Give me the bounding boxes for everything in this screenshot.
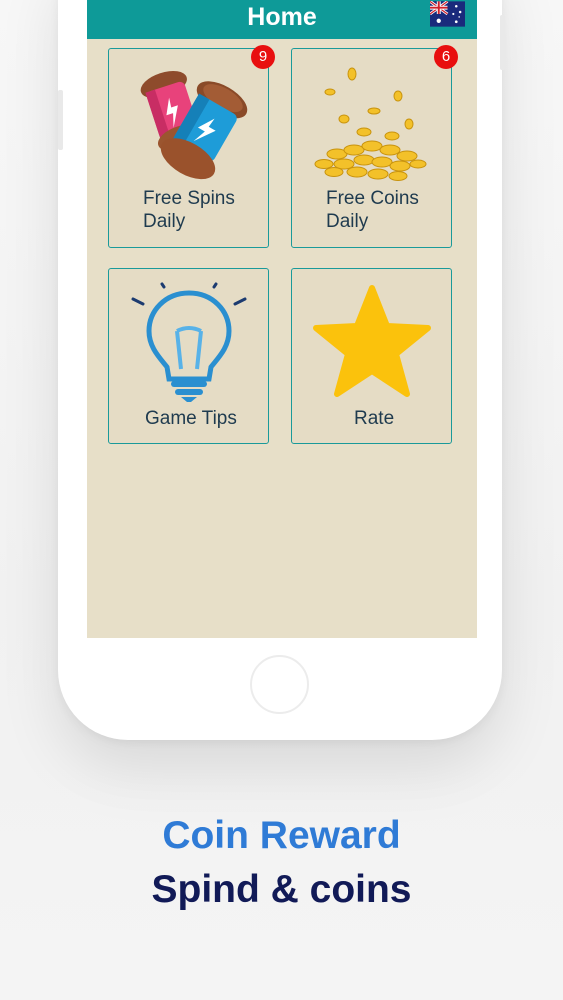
rate-card[interactable]: Rate	[291, 268, 452, 444]
free-coins-label-line2: Daily	[326, 211, 369, 232]
spin-capsules-icon	[140, 71, 248, 180]
phone-home-button[interactable]	[250, 655, 309, 714]
free-coins-badge: 6	[434, 45, 458, 69]
free-coins-daily-card[interactable]: Free Coins Daily	[291, 48, 452, 248]
rate-label: Rate	[354, 408, 395, 429]
free-spins-label-line2: Daily	[143, 211, 186, 232]
page-title: Home	[247, 3, 317, 31]
star-icon	[313, 285, 431, 397]
app-screen: Home Free Spins Daily 9 Free Coins Daily…	[87, 0, 477, 638]
free-spins-label-line1: Free Spins	[143, 188, 235, 209]
gold-coins-icon	[314, 67, 427, 181]
free-spins-badge: 9	[251, 45, 275, 69]
free-coins-label-line1: Free Coins	[326, 188, 419, 209]
game-tips-card[interactable]: Game Tips	[108, 268, 269, 444]
caption-subtitle: Spind & coins	[151, 868, 412, 911]
game-tips-label: Game Tips	[145, 408, 237, 429]
caption-title: Coin Reward	[162, 814, 401, 857]
free-spins-daily-card[interactable]: Free Spins Daily	[108, 48, 269, 248]
australia-flag-icon[interactable]	[430, 1, 465, 27]
phone-power-button	[500, 15, 505, 70]
app-header: Home	[87, 0, 477, 39]
lightbulb-icon	[131, 282, 247, 402]
phone-side-button	[58, 90, 63, 150]
